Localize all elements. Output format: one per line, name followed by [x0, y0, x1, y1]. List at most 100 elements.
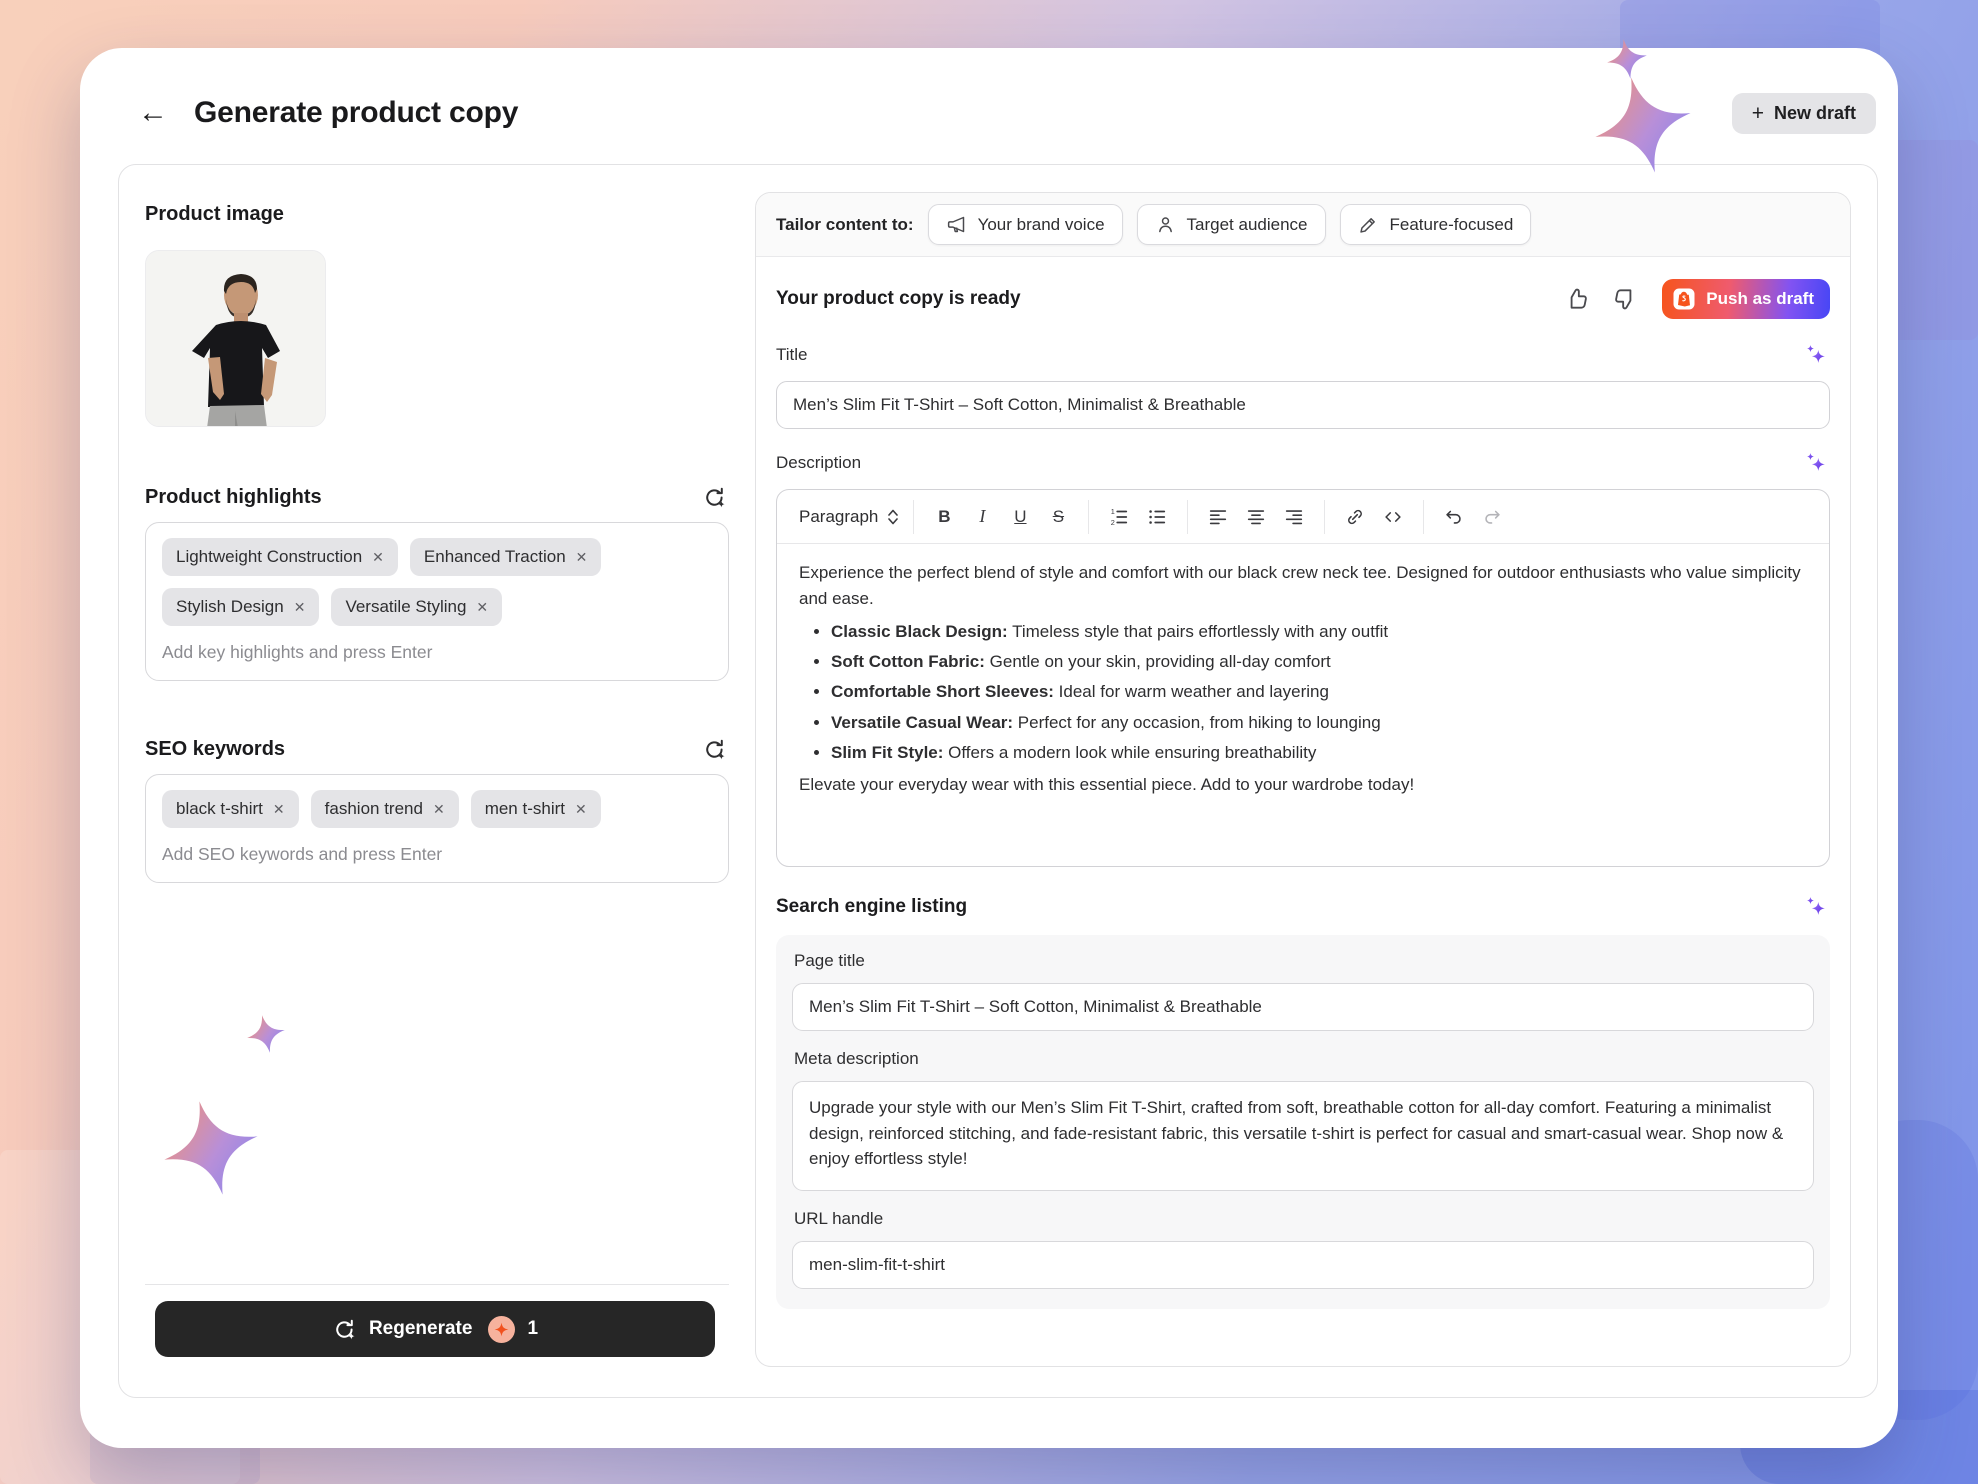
align-right-button[interactable]: [1278, 501, 1310, 533]
credit-badge: [488, 1316, 515, 1343]
shopify-bag-icon: [1672, 287, 1696, 311]
window-header: ← Generate product copy + New draft: [80, 48, 1898, 164]
remove-tag-icon[interactable]: ✕: [294, 600, 306, 614]
ai-search-listing-button[interactable]: [1802, 893, 1830, 921]
page-title-input[interactable]: Men’s Slim Fit T-Shirt – Soft Cotton, Mi…: [792, 983, 1814, 1031]
megaphone-icon: [946, 214, 967, 235]
thumbs-up-icon: [1564, 286, 1590, 312]
ai-sparkle-icon: [1804, 895, 1828, 919]
feature-focused-button[interactable]: Feature-focused: [1340, 204, 1532, 245]
redo-icon: [1481, 506, 1503, 528]
new-draft-button[interactable]: + New draft: [1732, 93, 1876, 134]
align-right-icon: [1283, 506, 1305, 528]
highlight-tag: Enhanced Traction ✕: [410, 538, 602, 576]
description-text-area[interactable]: Experience the perfect blend of style an…: [777, 544, 1829, 866]
svg-text:1: 1: [1111, 506, 1115, 515]
tailor-content-bar: Tailor content to: Your brand voice Targ…: [756, 193, 1850, 257]
description-label: Description: [776, 453, 861, 473]
page-title-value: Men’s Slim Fit T-Shirt – Soft Cotton, Mi…: [809, 997, 1262, 1016]
target-audience-button[interactable]: Target audience: [1137, 204, 1326, 245]
meta-description-label: Meta description: [794, 1049, 1814, 1069]
highlight-tag: Versatile Styling ✕: [331, 588, 502, 626]
highlight-tag: Lightweight Construction ✕: [162, 538, 398, 576]
ai-description-button[interactable]: [1802, 449, 1830, 477]
bullet-list-button[interactable]: [1141, 501, 1173, 533]
undo-button[interactable]: [1438, 501, 1470, 533]
ai-sparkle-icon: [1804, 343, 1828, 367]
regenerate-button[interactable]: Regenerate 1: [155, 1301, 715, 1357]
back-button[interactable]: ←: [132, 94, 174, 132]
url-handle-value: men-slim-fit-t-shirt: [809, 1255, 945, 1274]
remove-tag-icon[interactable]: ✕: [576, 550, 588, 564]
redo-button[interactable]: [1476, 501, 1508, 533]
thumbs-up-button[interactable]: [1560, 282, 1594, 316]
regenerate-label: Regenerate: [369, 1318, 473, 1340]
remove-tag-icon[interactable]: ✕: [476, 600, 488, 614]
pencil-icon: [1358, 214, 1379, 235]
ordered-list-button[interactable]: 1 2: [1103, 501, 1135, 533]
highlight-tag: Stylish Design ✕: [162, 588, 319, 626]
push-as-draft-label: Push as draft: [1706, 289, 1814, 309]
regenerate-sparkle-icon: [332, 1317, 357, 1342]
bold-button[interactable]: B: [928, 501, 960, 533]
chevron-updown-icon: [887, 507, 899, 527]
generator-window: ← Generate product copy + New draft Prod…: [80, 48, 1898, 1448]
paragraph-style-select[interactable]: Paragraph: [799, 507, 899, 527]
ai-sparkle-icon: [1804, 451, 1828, 475]
meta-description-input[interactable]: Upgrade your style with our Men’s Slim F…: [792, 1081, 1814, 1191]
description-editor: Paragraph B I U S: [776, 489, 1830, 867]
regenerate-sparkle-icon: [702, 737, 727, 762]
tailor-content-label: Tailor content to:: [776, 215, 914, 235]
title-input[interactable]: Men’s Slim Fit T-Shirt – Soft Cotton, Mi…: [776, 381, 1830, 429]
regenerate-sparkle-icon: [702, 485, 727, 510]
remove-tag-icon[interactable]: ✕: [575, 802, 587, 816]
seo-keywords-tag-input[interactable]: black t-shirt ✕ fashion trend ✕ men t-sh…: [145, 774, 729, 883]
back-arrow-icon: ←: [138, 96, 168, 129]
search-listing-panel: Page title Men’s Slim Fit T-Shirt – Soft…: [776, 935, 1830, 1309]
description-bullet: Classic Black Design: Timeless style tha…: [831, 619, 1807, 645]
seo-keywords-placeholder: Add SEO keywords and press Enter: [162, 840, 712, 867]
align-left-button[interactable]: [1202, 501, 1234, 533]
credit-count: 1: [527, 1318, 538, 1340]
product-image-thumbnail: [145, 250, 326, 427]
highlights-tag-input[interactable]: Lightweight Construction ✕ Enhanced Trac…: [145, 522, 729, 681]
url-handle-input[interactable]: men-slim-fit-t-shirt: [792, 1241, 1814, 1289]
regenerate-highlights-button[interactable]: [700, 483, 729, 512]
description-bullet: Slim Fit Style: Offers a modern look whi…: [831, 740, 1807, 766]
brand-voice-button[interactable]: Your brand voice: [928, 204, 1123, 245]
align-center-icon: [1245, 506, 1267, 528]
align-center-button[interactable]: [1240, 501, 1272, 533]
tag-label: fashion trend: [325, 799, 423, 819]
keyword-tag: fashion trend ✕: [311, 790, 459, 828]
strikethrough-button[interactable]: S: [1042, 501, 1074, 533]
description-bullet: Comfortable Short Sleeves: Ideal for war…: [831, 679, 1807, 705]
undo-icon: [1443, 506, 1465, 528]
description-bullet-list: Classic Black Design: Timeless style tha…: [799, 619, 1807, 767]
remove-tag-icon[interactable]: ✕: [433, 802, 445, 816]
code-view-button[interactable]: [1377, 501, 1409, 533]
italic-button[interactable]: I: [966, 501, 998, 533]
credit-star-icon: [494, 1322, 509, 1337]
plus-icon: +: [1752, 103, 1764, 124]
insert-link-button[interactable]: [1339, 501, 1371, 533]
remove-tag-icon[interactable]: ✕: [273, 802, 285, 816]
description-outro: Elevate your everyday wear with this ess…: [799, 772, 1807, 798]
product-photo-illustration: [146, 251, 326, 427]
push-as-draft-button[interactable]: Push as draft: [1662, 279, 1830, 319]
underline-button[interactable]: U: [1004, 501, 1036, 533]
thumbs-down-icon: [1612, 286, 1638, 312]
sidebar-divider: [145, 1284, 729, 1285]
remove-tag-icon[interactable]: ✕: [372, 550, 384, 564]
new-draft-label: New draft: [1774, 103, 1856, 124]
page-title-label: Page title: [794, 951, 1814, 971]
tag-label: Lightweight Construction: [176, 547, 362, 567]
feature-focused-label: Feature-focused: [1390, 215, 1514, 235]
align-left-icon: [1207, 506, 1229, 528]
product-highlights-label: Product highlights: [145, 486, 322, 509]
highlights-placeholder: Add key highlights and press Enter: [162, 638, 712, 665]
search-listing-heading: Search engine listing: [776, 896, 967, 918]
thumbs-down-button[interactable]: [1608, 282, 1642, 316]
svg-text:2: 2: [1111, 517, 1115, 526]
regenerate-keywords-button[interactable]: [700, 735, 729, 764]
ai-title-button[interactable]: [1802, 341, 1830, 369]
